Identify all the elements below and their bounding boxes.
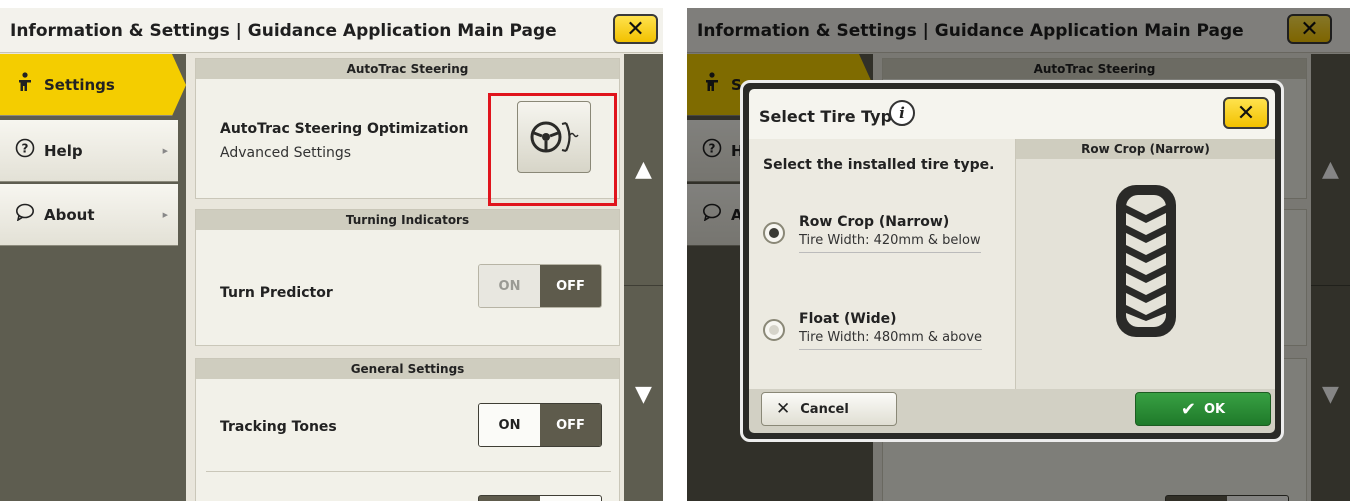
tracking-tones-label: Tracking Tones [220,419,337,435]
chevron-right-icon: ▶ [162,147,168,155]
sidebar: Settings ? Help ▶ About ▶ [0,54,186,501]
close-icon: ✕ [626,16,645,42]
cancel-label: Cancel [800,401,849,417]
radio-button-selected[interactable] [763,222,785,244]
toggle-on-option[interactable]: ON [479,265,540,307]
dialog-body: Select the installed tire type. Row Crop… [749,139,1275,389]
sidebar-item-help[interactable]: ? Help ▶ [0,120,178,182]
tire-option-row-crop[interactable]: Row Crop (Narrow) Tire Width: 420mm & be… [763,214,1003,262]
chat-icon [14,203,36,226]
help-icon: ? [14,138,36,163]
option-width: Tire Width: 420mm & below [799,233,981,253]
tire-preview-panel: Row Crop (Narrow) [1015,139,1275,389]
chevron-right-icon: ▶ [162,211,168,219]
option-name: Row Crop (Narrow) [799,214,950,230]
scroll-down-button[interactable]: ▼ [624,287,663,501]
option-name: Float (Wide) [799,311,897,327]
autotrac-optimization-title: AutoTrac Steering Optimization [220,121,469,137]
advanced-settings-label: Advanced Settings [220,145,352,161]
dialog-title-bar: Select Tire Type i ✕ [749,89,1275,139]
svg-text:?: ? [22,142,29,156]
dialog-footer: ✕ Cancel ✔ OK [749,389,1275,433]
dialog-prompt: Select the installed tire type. [763,157,995,173]
checkmark-icon: ✔ [1180,398,1196,420]
sidebar-item-label: Settings [44,75,115,94]
scroll-up-button[interactable]: ▲ [624,54,663,286]
toggle-off-option[interactable]: OFF [540,265,601,307]
radio-button[interactable] [763,319,785,341]
option-width: Tire Width: 480mm & above [799,330,983,350]
close-icon: ✕ [776,399,791,419]
general-settings-section: General Settings Tracking Tones ON OFF [195,358,620,501]
title-bar: Information & Settings | Guidance Applic… [0,8,663,53]
close-button[interactable]: ✕ [613,14,658,44]
right-screen: Information & Settings | Guidance Applic… [687,8,1350,501]
scrollbar[interactable]: ▲ ▼ [624,54,663,501]
ok-label: OK [1203,401,1226,417]
page-title: Information & Settings | Guidance Applic… [10,21,557,41]
cancel-button[interactable]: ✕ Cancel [761,392,897,426]
toggle-on-option[interactable]: ON [479,404,540,446]
turn-predictor-toggle[interactable]: ON OFF [478,264,602,308]
sidebar-item-label: Help [44,141,83,160]
narrow-tire-icon [1116,185,1176,337]
info-icon[interactable]: i [889,100,915,126]
arrow-down-icon: ▼ [635,381,652,407]
section-header: Turning Indicators [196,210,619,230]
divider [206,471,611,472]
dialog-title: Select Tire Type [759,107,903,126]
select-tire-type-dialog: Select Tire Type i ✕ Select the installe… [740,80,1284,442]
left-screen: Information & Settings | Guidance Applic… [0,8,663,501]
next-setting-toggle[interactable] [478,495,602,501]
sidebar-item-about[interactable]: About ▶ [0,184,178,246]
sidebar-item-settings[interactable]: Settings [0,54,186,116]
ok-button[interactable]: ✔ OK [1135,392,1271,426]
dialog-close-button[interactable]: ✕ [1223,97,1269,129]
turn-predictor-label: Turn Predictor [220,285,333,301]
preview-header: Row Crop (Narrow) [1016,139,1275,159]
section-header: General Settings [196,359,619,379]
close-icon: ✕ [1236,100,1256,126]
turning-indicators-section: Turning Indicators Turn Predictor ON OFF [195,209,620,346]
section-header: AutoTrac Steering [196,59,619,79]
sidebar-item-label: About [44,205,95,224]
highlight-box [488,93,617,206]
settings-content: AutoTrac Steering AutoTrac Steering Opti… [195,54,622,501]
tire-option-float[interactable]: Float (Wide) Tire Width: 480mm & above [763,311,1003,359]
arrow-up-icon: ▲ [635,157,652,182]
tracking-tones-toggle[interactable]: ON OFF [478,403,602,447]
toggle-off-option[interactable]: OFF [540,404,601,446]
person-icon [14,72,36,97]
